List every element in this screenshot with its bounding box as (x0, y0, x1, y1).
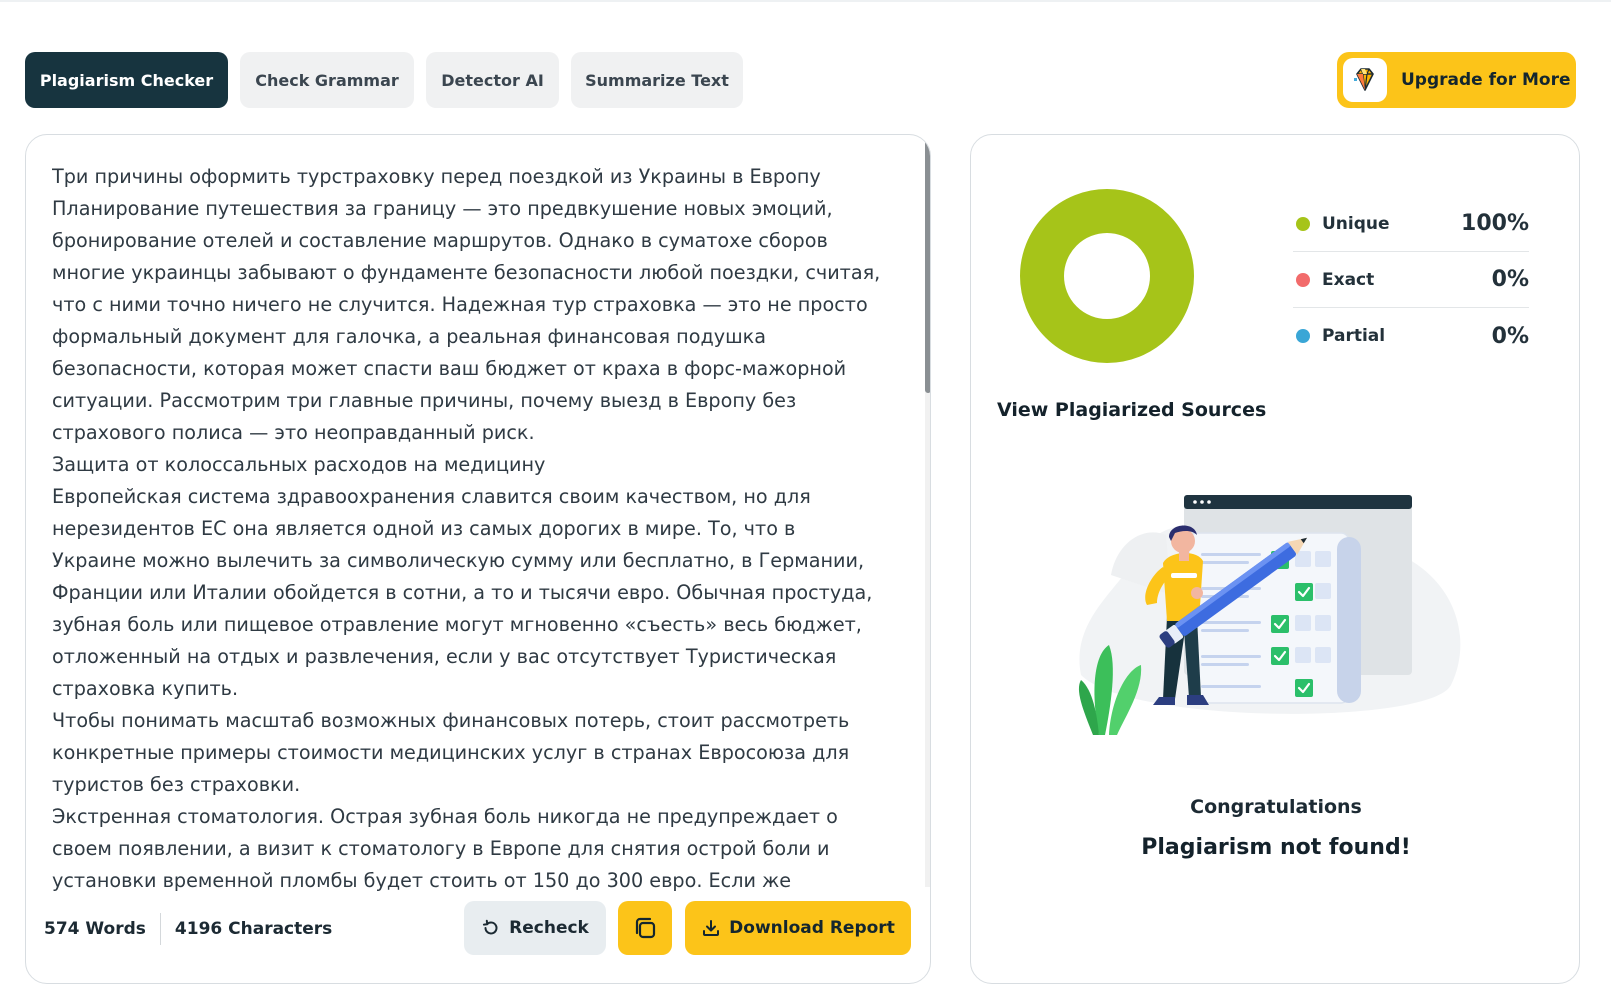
legend-label: Unique (1322, 213, 1390, 234)
results-legend: Unique 100% Exact 0% Partial 0% (1293, 196, 1529, 364)
recheck-button[interactable]: Recheck (464, 901, 606, 955)
stats-divider (159, 913, 161, 945)
tab-detector-ai[interactable]: Detector AI (426, 52, 559, 108)
recheck-label: Recheck (509, 918, 589, 938)
text-stats: 574 Words 4196 Characters (44, 913, 332, 945)
tool-tabs: Plagiarism Checker Check Grammar Detecto… (25, 52, 743, 108)
legend-row-partial: Partial 0% (1293, 308, 1529, 364)
refresh-icon (483, 919, 498, 935)
upgrade-label: Upgrade for More (1401, 70, 1571, 90)
tab-summarize-text[interactable]: Summarize Text (571, 52, 743, 108)
legend-label: Exact (1322, 269, 1375, 290)
text-input-panel: Три причины оформить турстраховку перед … (25, 134, 931, 984)
diamond-icon (1343, 58, 1387, 102)
scrollbar-thumb[interactable] (925, 135, 930, 393)
checklist-illustration (1078, 495, 1461, 735)
legend-row-unique: Unique 100% (1293, 196, 1529, 252)
text-editor[interactable]: Три причины оформить турстраховку перед … (52, 161, 882, 893)
tab-check-grammar[interactable]: Check Grammar (240, 52, 414, 108)
top-divider (0, 0, 1611, 2)
results-panel: Unique 100% Exact 0% Partial 0% View Pla… (970, 134, 1580, 984)
legend-value: 0% (1491, 323, 1529, 349)
unique-dot-icon (1296, 216, 1310, 231)
exact-dot-icon (1296, 272, 1310, 287)
copy-button[interactable] (618, 901, 672, 955)
legend-row-exact: Exact 0% (1293, 252, 1529, 308)
tab-plagiarism-checker[interactable]: Plagiarism Checker (25, 52, 228, 108)
plagiarism-not-found-label: Plagiarism not found! (1141, 835, 1411, 860)
upgrade-button[interactable]: Upgrade for More (1337, 52, 1576, 108)
view-plagiarized-sources-link[interactable]: View Plagiarized Sources (997, 399, 1266, 421)
uniqueness-donut-chart (1020, 189, 1194, 363)
congratulations-label: Congratulations (1190, 796, 1362, 818)
download-report-button[interactable]: Download Report (685, 901, 911, 955)
legend-value: 0% (1491, 267, 1529, 292)
copy-icon (635, 917, 656, 939)
character-count: 4196 Characters (174, 919, 333, 939)
legend-value: 100% (1461, 211, 1529, 236)
download-icon (703, 920, 720, 936)
word-count: 574 Words (44, 919, 146, 939)
donut-segment-unique (1020, 189, 1194, 363)
download-label: Download Report (729, 918, 895, 938)
legend-label: Partial (1322, 326, 1386, 346)
partial-dot-icon (1296, 329, 1310, 343)
